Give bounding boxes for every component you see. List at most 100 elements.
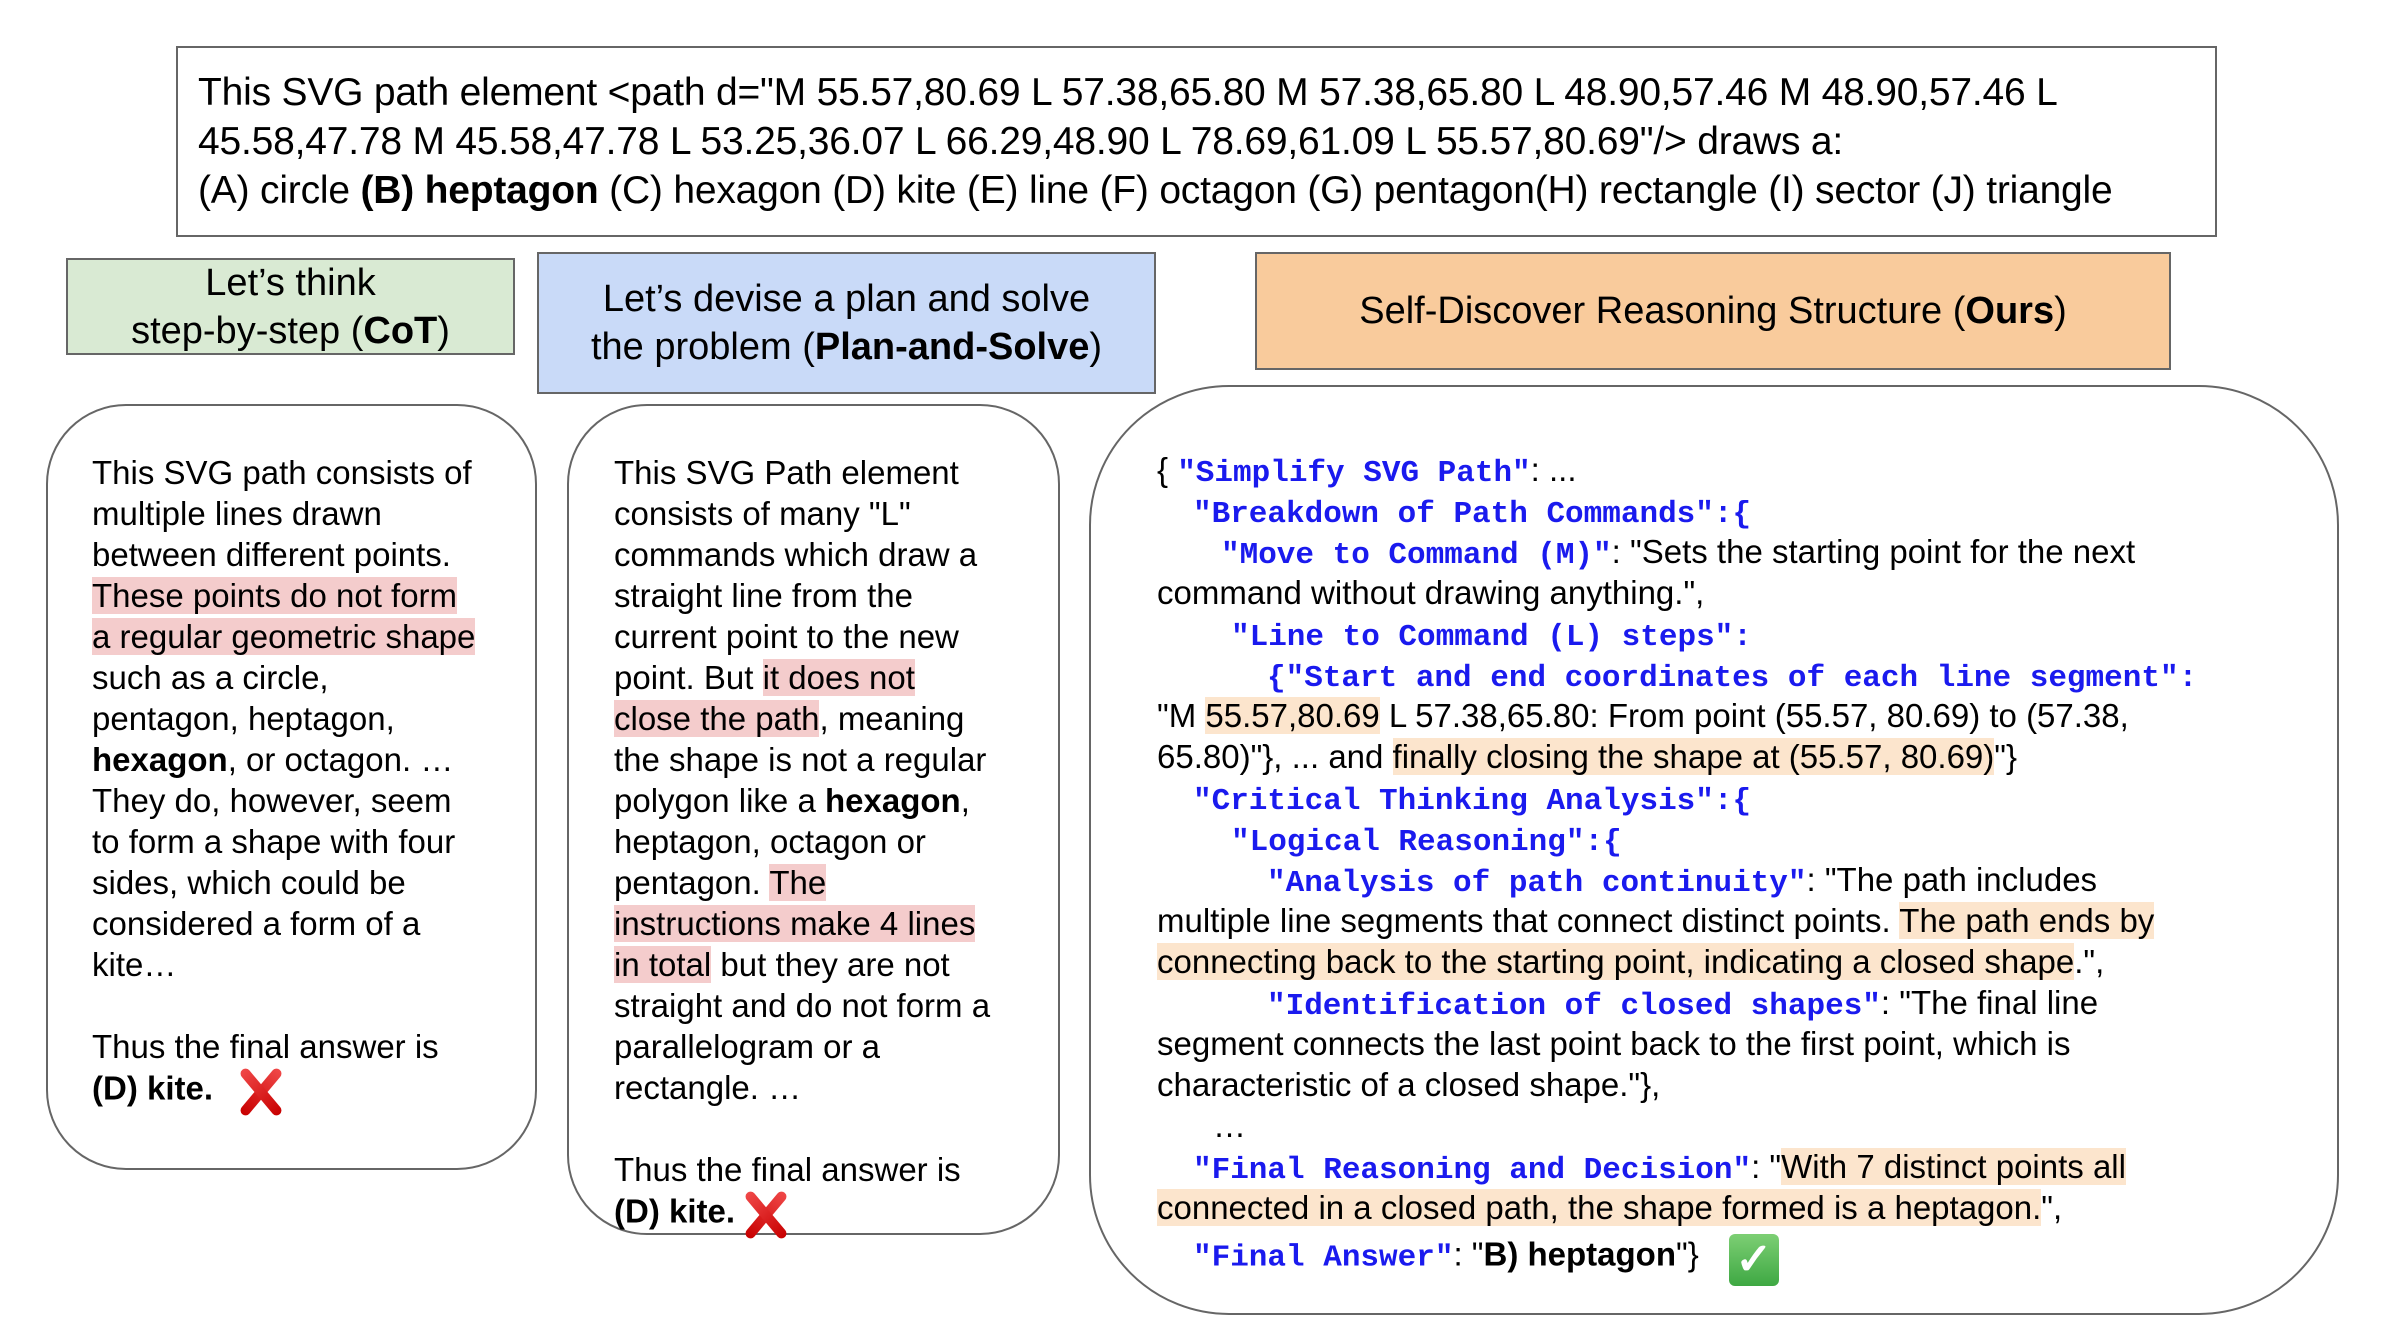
json-value: "M xyxy=(1157,697,1206,734)
cot-line: sides, which could be xyxy=(92,864,406,901)
ps-line: rectangle. … xyxy=(614,1069,802,1106)
json-brace: :{ xyxy=(1713,497,1752,532)
plan-solve-header-line1: Let’s devise a plan and solve xyxy=(602,278,1091,320)
json-key: "Critical Thinking Analysis" xyxy=(1193,784,1714,819)
cot-header-line1: Let’s think xyxy=(205,261,376,304)
cot-line: multiple lines drawn xyxy=(92,495,382,532)
cot-bold-word: hexagon xyxy=(92,741,228,778)
json-key: "Line to Command (L) steps" xyxy=(1231,620,1734,655)
ps-line: , meaning xyxy=(819,700,965,737)
json-value: "} xyxy=(1994,738,2018,775)
ps-line: pentagon. xyxy=(614,864,770,901)
ps-line: straight line from the xyxy=(614,577,913,614)
ps-header-post: ) xyxy=(1089,326,1103,368)
ps-header-pre: the problem ( xyxy=(590,326,815,368)
cot-answer: (D) kite. xyxy=(92,1069,214,1107)
ps-bold-word: hexagon xyxy=(824,782,961,819)
json-value: segment connects the last point back to … xyxy=(1157,1025,2071,1062)
cot-header-bold: CoT xyxy=(363,309,438,352)
json-value: ", xyxy=(2041,1189,2063,1226)
cot-header-pre: step-by-step ( xyxy=(131,309,364,352)
ps-line: This SVG Path element xyxy=(614,454,959,491)
ps-line: straight and do not form a xyxy=(614,987,991,1024)
json-key: "Simplify SVG Path" xyxy=(1177,456,1531,491)
cot-header: Let’s think step-by-step (CoT) xyxy=(66,258,515,355)
question-box: This SVG path element <path d="M 55.57,8… xyxy=(176,46,2217,237)
cot-line: , or octagon. … xyxy=(227,741,454,778)
ps-error-highlight: it does not xyxy=(762,659,915,696)
ps-error-highlight: instructions make 4 lines xyxy=(614,905,976,942)
plan-solve-header: Let’s devise a plan and solve the proble… xyxy=(537,252,1156,394)
ellipsis: … xyxy=(1213,1107,1246,1144)
ps-line: polygon like a xyxy=(614,782,825,819)
ps-error-highlight: in total xyxy=(614,946,712,983)
cot-line: to form a shape with four xyxy=(92,823,456,860)
ps-line: the shape is not a regular xyxy=(614,741,987,778)
ps-final-label: Thus the final answer is xyxy=(614,1151,961,1188)
json-key: "Final Answer" xyxy=(1193,1240,1454,1276)
ps-line: point. But xyxy=(614,659,763,696)
json-value: command without drawing anything.", xyxy=(1157,574,1705,611)
ps-error-highlight: close the path xyxy=(614,700,820,737)
json-brace: :{ xyxy=(1713,784,1752,819)
json-key: "Logical Reasoning" xyxy=(1231,825,1585,860)
cross-mark-icon xyxy=(236,1067,284,1115)
ps-line: heptagon, octagon or xyxy=(614,823,926,860)
json-value: : " xyxy=(1453,1235,1484,1273)
json-value: : "The final line xyxy=(1880,984,2099,1021)
plan-solve-panel: This SVG Path element consists of many "… xyxy=(567,404,1060,1235)
correct-highlight: The path ends by xyxy=(1899,902,2155,939)
json-value: L 57.38,65.80: From point (55.57, 80.69)… xyxy=(1379,697,2129,734)
cross-mark-icon xyxy=(741,1190,789,1238)
cot-error-highlight: These points do not form xyxy=(92,577,458,614)
ps-line: but they are not xyxy=(711,946,950,983)
question-line-1: This SVG path element <path d="M 55.57,8… xyxy=(198,71,2058,114)
cot-line: kite… xyxy=(92,946,177,983)
cot-header-post: ) xyxy=(437,309,450,352)
json-value: "} xyxy=(1676,1235,1699,1273)
json-value: : "Sets the starting point for the next xyxy=(1611,533,2136,570)
final-answer: B) heptagon xyxy=(1483,1235,1676,1273)
json-brace: { xyxy=(1267,661,1286,696)
json-key: "Breakdown of Path Commands" xyxy=(1193,497,1714,532)
json-brace: { xyxy=(1157,451,1178,488)
json-key: "Start and end coordinates of each line … xyxy=(1285,661,2179,696)
cot-header-line2: step-by-step (CoT) xyxy=(131,307,450,355)
ps-line: commands which draw a xyxy=(614,536,978,573)
correct-highlight: finally closing the shape at (55.57, 80.… xyxy=(1392,738,1995,775)
options-suffix: (C) hexagon (D) kite (E) line (F) octago… xyxy=(598,169,2113,212)
json-colon: : xyxy=(2178,661,2198,696)
cot-line: They do, however, seem xyxy=(92,782,452,819)
json-value: 65.80)"}, ... and xyxy=(1157,738,1393,775)
cot-panel: This SVG path consists of multiple lines… xyxy=(46,404,537,1170)
json-colon: : xyxy=(1733,620,1752,655)
ps-line: consists of many "L" xyxy=(614,495,911,532)
json-value: multiple line segments that connect dist… xyxy=(1157,902,1900,939)
ours-header-text: Self-Discover Reasoning Structure (Ours) xyxy=(1359,287,2067,335)
question-line-2: 45.58,47.78 M 45.58,47.78 L 53.25,36.07 … xyxy=(198,120,1844,163)
json-brace: :{ xyxy=(1584,825,1622,860)
cot-line: considered a form of a xyxy=(92,905,421,942)
correct-highlight: With 7 distinct points all xyxy=(1781,1148,2126,1185)
ours-header-pre: Self-Discover Reasoning Structure ( xyxy=(1359,290,1966,332)
question-options: (A) circle (B) heptagon (C) hexagon (D) … xyxy=(198,166,2195,215)
options-prefix: (A) circle xyxy=(198,169,361,212)
ps-answer: (D) kite. xyxy=(614,1192,736,1230)
cot-line: pentagon, heptagon, xyxy=(92,700,395,737)
ps-line: , xyxy=(960,782,970,819)
check-mark-icon: ✓ xyxy=(1728,1234,1779,1286)
correct-highlight: 55.57,80.69 xyxy=(1205,697,1380,734)
ps-header-bold: Plan-and-Solve xyxy=(814,326,1090,368)
cot-line: This SVG path consists of xyxy=(92,454,472,491)
correct-option: (B) heptagon xyxy=(360,169,599,212)
json-key: "Identification of closed shapes" xyxy=(1267,989,1881,1024)
json-value: characteristic of a closed shape."}, xyxy=(1157,1066,1661,1103)
ours-header-post: ) xyxy=(2054,290,2067,332)
json-value: : "The path includes xyxy=(1806,861,2098,898)
correct-highlight: connected in a closed path, the shape fo… xyxy=(1157,1189,2042,1226)
json-value: : " xyxy=(1751,1148,1782,1185)
correct-highlight: connecting back to the starting point, i… xyxy=(1157,943,2075,980)
json-value: .", xyxy=(2074,943,2105,980)
self-discover-panel: { "Simplify SVG Path": ... "Breakdown of… xyxy=(1089,385,2339,1315)
json-value: : ... xyxy=(1530,451,1577,488)
